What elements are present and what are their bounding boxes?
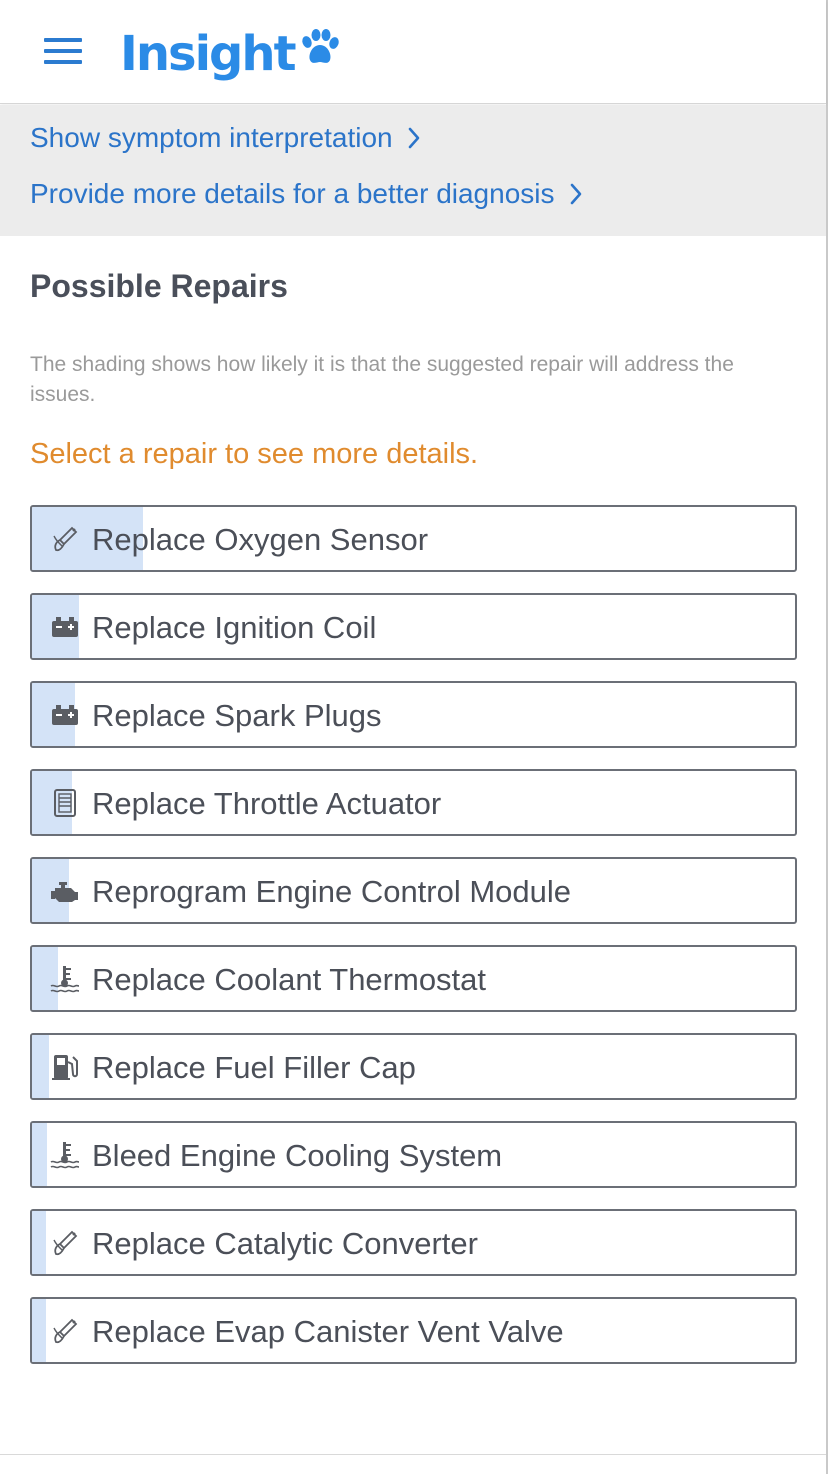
battery-icon bbox=[48, 595, 82, 658]
repair-label: Replace Spark Plugs bbox=[92, 698, 382, 733]
oxygen-sensor-icon bbox=[48, 507, 82, 570]
repair-label: Reprogram Engine Control Module bbox=[92, 874, 572, 909]
oxygen-sensor-icon bbox=[48, 1211, 82, 1274]
repair-option[interactable]: Reprogram Engine Control Module bbox=[30, 857, 797, 924]
app-frame: Insight Show symptom interpretation Prov… bbox=[0, 0, 828, 1474]
repair-option[interactable]: Replace Oxygen Sensor bbox=[30, 505, 797, 572]
details-link-label: Provide more details for a better diagno… bbox=[30, 178, 555, 209]
repair-option[interactable]: Replace Coolant Thermostat bbox=[30, 945, 797, 1012]
repair-option[interactable]: Bleed Engine Cooling System bbox=[30, 1121, 797, 1188]
repair-label: Replace Fuel Filler Cap bbox=[92, 1050, 416, 1085]
hamburger-menu-icon[interactable] bbox=[44, 38, 82, 64]
repair-option[interactable]: Replace Catalytic Converter bbox=[30, 1209, 797, 1276]
paw-icon bbox=[301, 29, 339, 63]
provide-more-details-link[interactable]: Provide more details for a better diagno… bbox=[30, 178, 583, 210]
repair-label: Replace Oxygen Sensor bbox=[92, 522, 429, 557]
bottom-divider bbox=[0, 1454, 826, 1455]
repair-option[interactable]: Replace Fuel Filler Cap bbox=[30, 1033, 797, 1100]
chevron-right-icon bbox=[408, 127, 419, 149]
repair-label: Replace Throttle Actuator bbox=[92, 786, 442, 821]
chevron-right-icon bbox=[570, 183, 581, 205]
symptom-link-label: Show symptom interpretation bbox=[30, 122, 393, 153]
repair-list: Replace Oxygen Sensor Replace Ignition Co… bbox=[30, 505, 797, 1385]
coolant-temperature-icon bbox=[48, 947, 82, 1010]
repair-option[interactable]: Replace Ignition Coil bbox=[30, 593, 797, 660]
likelihood-shading bbox=[32, 1123, 48, 1186]
oxygen-sensor-icon bbox=[48, 1299, 82, 1362]
shading-explanation: The shading shows how likely it is that … bbox=[30, 353, 734, 406]
engine-icon bbox=[48, 859, 82, 922]
throttle-body-icon bbox=[48, 771, 82, 834]
repair-label: Replace Coolant Thermostat bbox=[92, 962, 487, 997]
likelihood-shading bbox=[32, 1299, 46, 1362]
logo-text: Insight bbox=[120, 26, 297, 82]
select-repair-prompt: Select a repair to see more details. bbox=[30, 438, 479, 470]
repair-label: Bleed Engine Cooling System bbox=[92, 1138, 503, 1173]
logo[interactable]: Insight bbox=[120, 24, 339, 84]
coolant-temperature-icon bbox=[48, 1123, 82, 1186]
fuel-pump-icon bbox=[48, 1035, 82, 1098]
page-title: Possible Repairs bbox=[30, 268, 288, 304]
repair-label: Replace Evap Canister Vent Valve bbox=[92, 1314, 564, 1349]
likelihood-shading bbox=[32, 1035, 49, 1098]
repair-option[interactable]: Replace Evap Canister Vent Valve bbox=[30, 1297, 797, 1364]
show-symptom-interpretation-link[interactable]: Show symptom interpretation bbox=[30, 122, 421, 154]
repair-label: Replace Catalytic Converter bbox=[92, 1226, 478, 1261]
battery-icon bbox=[48, 683, 82, 746]
app-header: Insight bbox=[0, 0, 826, 104]
likelihood-shading bbox=[32, 1211, 47, 1274]
repair-option[interactable]: Replace Spark Plugs bbox=[30, 681, 797, 748]
repair-option[interactable]: Replace Throttle Actuator bbox=[30, 769, 797, 836]
repair-label: Replace Ignition Coil bbox=[92, 610, 377, 645]
